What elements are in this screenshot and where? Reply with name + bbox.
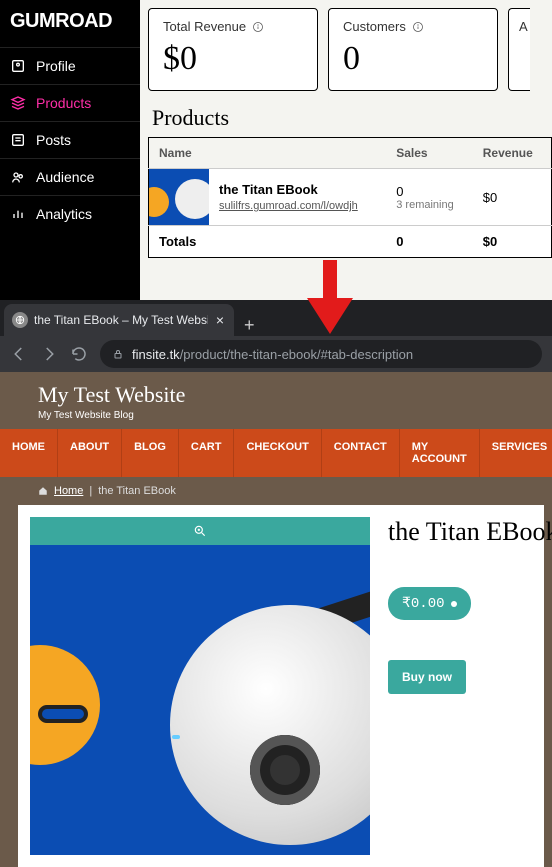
- sidebar-item-posts[interactable]: Posts: [0, 121, 140, 158]
- col-name: Name: [149, 138, 387, 169]
- buy-now-button[interactable]: Buy now: [388, 660, 466, 694]
- forward-icon[interactable]: [40, 345, 58, 363]
- totals-row: Totals 0 $0: [149, 226, 552, 258]
- stat-label: A: [519, 19, 528, 34]
- audience-icon: [10, 169, 26, 185]
- nav-link-blog[interactable]: BLOG: [122, 429, 179, 477]
- sidebar-item-label: Analytics: [36, 206, 92, 222]
- totals-revenue: $0: [473, 226, 552, 258]
- dot-icon: [451, 601, 457, 607]
- price-badge: ₹0.00: [388, 587, 471, 620]
- sidebar-item-products[interactable]: Products: [0, 84, 140, 121]
- browser-tab[interactable]: the Titan EBook – My Test Websit ×: [4, 304, 234, 336]
- posts-icon: [10, 132, 26, 148]
- stat-label: Customers: [343, 19, 406, 34]
- sidebar-item-label: Profile: [36, 58, 76, 74]
- product-content: the Titan EBook ₹0.00 Buy now: [18, 505, 544, 867]
- nav-link-about[interactable]: ABOUT: [58, 429, 122, 477]
- profile-icon: [10, 58, 26, 74]
- sidebar-item-label: Posts: [36, 132, 71, 148]
- gumroad-logo: GUMROAD: [0, 0, 140, 47]
- totals-label: Totals: [149, 226, 387, 258]
- stat-value: 0: [343, 40, 483, 78]
- browser-toolbar: finsite.tk/product/the-titan-ebook/#tab-…: [0, 336, 552, 372]
- zoom-bar[interactable]: [30, 517, 370, 545]
- product-image[interactable]: [30, 545, 370, 855]
- price-value: ₹0.00: [402, 595, 445, 612]
- gumroad-sidebar: GUMROAD Profile Products Posts Audience …: [0, 0, 140, 300]
- products-heading: Products: [152, 105, 552, 131]
- info-icon[interactable]: [252, 21, 264, 33]
- gumroad-dashboard: GUMROAD Profile Products Posts Audience …: [0, 0, 552, 300]
- breadcrumb-home[interactable]: Home: [54, 485, 83, 497]
- stat-cards: Total Revenue $0 Customers 0 A: [148, 8, 552, 91]
- table-header-row: Name Sales Revenue: [149, 138, 552, 169]
- product-gallery: [30, 517, 370, 855]
- product-title: the Titan EBook: [388, 517, 552, 547]
- sidebar-item-label: Products: [36, 95, 91, 111]
- stat-card-revenue: Total Revenue $0: [148, 8, 318, 91]
- site-title[interactable]: My Test Website: [38, 382, 536, 408]
- table-row[interactable]: the Titan EBook sulilfrs.gumroad.com/l/o…: [149, 169, 552, 226]
- sidebar-item-profile[interactable]: Profile: [0, 47, 140, 84]
- site-navbar: HOME ABOUT BLOG CART CHECKOUT CONTACT MY…: [0, 429, 552, 477]
- tab-favicon-icon: [12, 312, 28, 328]
- close-icon[interactable]: ×: [214, 312, 226, 328]
- product-url-link[interactable]: sulilfrs.gumroad.com/l/owdjh: [219, 200, 358, 212]
- gumroad-main: Total Revenue $0 Customers 0 A Products …: [140, 0, 552, 300]
- url-path: /product/the-titan-ebook/#tab-descriptio…: [180, 347, 413, 362]
- sidebar-item-label: Audience: [36, 169, 94, 185]
- col-revenue: Revenue: [473, 138, 552, 169]
- stat-label: Total Revenue: [163, 19, 246, 34]
- nav-link-contact[interactable]: CONTACT: [322, 429, 400, 477]
- nav-link-cart[interactable]: CART: [179, 429, 235, 477]
- stat-card-customers: Customers 0: [328, 8, 498, 91]
- stat-value: $0: [163, 40, 303, 78]
- reload-icon[interactable]: [70, 345, 88, 363]
- browser-tabs: the Titan EBook – My Test Websit × +: [0, 300, 552, 336]
- url-host: finsite.tk: [132, 347, 180, 362]
- products-table: Name Sales Revenue the Titan EBook sulil…: [148, 137, 552, 258]
- browser-chrome: the Titan EBook – My Test Websit × + fin…: [0, 300, 552, 372]
- product-title: the Titan EBook: [219, 182, 376, 197]
- sales-remaining: 3 remaining: [396, 199, 463, 211]
- sidebar-item-analytics[interactable]: Analytics: [0, 195, 140, 232]
- red-arrow-annotation: [305, 260, 355, 335]
- site-tagline: My Test Website Blog: [38, 410, 536, 421]
- totals-sales: 0: [386, 226, 473, 258]
- product-meta: the Titan EBook ₹0.00 Buy now: [388, 517, 552, 855]
- nav-link-checkout[interactable]: CHECKOUT: [234, 429, 321, 477]
- lock-icon: [112, 348, 124, 360]
- breadcrumb: Home | the Titan EBook: [0, 477, 552, 505]
- home-icon: [38, 486, 48, 496]
- info-icon[interactable]: [412, 21, 424, 33]
- sidebar-item-audience[interactable]: Audience: [0, 158, 140, 195]
- site-header: My Test Website My Test Website Blog: [0, 372, 552, 429]
- nav-link-home[interactable]: HOME: [0, 429, 58, 477]
- col-sales: Sales: [386, 138, 473, 169]
- analytics-icon: [10, 206, 26, 222]
- website-page: My Test Website My Test Website Blog HOM…: [0, 372, 552, 867]
- products-icon: [10, 95, 26, 111]
- stat-card-partial: A: [508, 8, 530, 91]
- new-tab-button[interactable]: +: [234, 315, 265, 336]
- zoom-icon: [193, 524, 207, 538]
- address-bar[interactable]: finsite.tk/product/the-titan-ebook/#tab-…: [100, 340, 542, 368]
- nav-link-services[interactable]: SERVICES: [480, 429, 552, 477]
- tab-title: the Titan EBook – My Test Websit: [34, 313, 208, 327]
- breadcrumb-sep: |: [89, 485, 92, 497]
- back-icon[interactable]: [10, 345, 28, 363]
- breadcrumb-current: the Titan EBook: [98, 485, 176, 497]
- sales-value: 0: [396, 184, 463, 199]
- product-thumbnail: [149, 169, 209, 225]
- nav-link-myaccount[interactable]: MY ACCOUNT: [400, 429, 480, 477]
- revenue-value: $0: [473, 169, 552, 226]
